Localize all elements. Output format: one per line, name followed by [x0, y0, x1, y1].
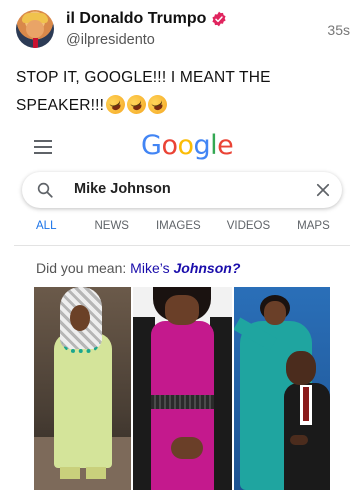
tabs-divider	[14, 245, 350, 246]
did-you-mean: Did you mean: Mike’s Johnson?	[36, 260, 240, 276]
did-you-mean-link[interactable]: Mike’s	[130, 260, 169, 276]
avatar-tie	[33, 38, 38, 48]
image-result-2[interactable]	[133, 287, 232, 490]
search-tabs: ALL NEWS IMAGES VIDEOS MAPS S	[14, 216, 350, 244]
close-icon[interactable]	[314, 181, 332, 199]
tab-all[interactable]: ALL	[36, 216, 56, 244]
hamburger-menu-icon[interactable]	[34, 140, 52, 154]
verified-badge-icon	[212, 11, 227, 27]
username-row: il Donaldo Trumpo	[66, 10, 227, 28]
google-logo[interactable]: Google	[141, 130, 234, 161]
username[interactable]: il Donaldo Trumpo	[66, 10, 206, 28]
tab-videos[interactable]: VIDEOS	[227, 216, 270, 244]
search-input[interactable]: Mike Johnson	[74, 181, 171, 197]
rofl-icon	[103, 92, 128, 117]
post-time: 35s	[327, 22, 350, 38]
google-screenshot: Google Mike Johnson ALL NEWS IMAGES VIDE…	[14, 124, 350, 496]
search-box[interactable]: Mike Johnson	[22, 172, 342, 208]
post-text: STOP IT, GOOGLE!!! I MEANT THE SPEAKER!!…	[16, 64, 346, 120]
search-icon[interactable]	[36, 181, 54, 199]
image-result-1[interactable]	[34, 287, 131, 490]
tab-news[interactable]: NEWS	[94, 216, 129, 244]
rofl-icon	[145, 92, 170, 117]
did-you-mean-label: Did you mean:	[36, 260, 127, 276]
image-results-grid	[34, 287, 330, 490]
image-result-3[interactable]	[234, 287, 330, 490]
avatar-face	[26, 20, 44, 38]
post-header: il Donaldo Trumpo @ilpresidento 35s	[14, 8, 350, 54]
emoji-row	[103, 92, 170, 117]
user-handle[interactable]: @ilpresidento	[66, 32, 155, 48]
avatar[interactable]	[16, 10, 54, 48]
rofl-icon	[124, 92, 149, 117]
did-you-mean-bold[interactable]: Johnson?	[173, 260, 240, 276]
tab-images[interactable]: IMAGES	[156, 216, 201, 244]
tab-maps[interactable]: MAPS	[297, 216, 330, 244]
